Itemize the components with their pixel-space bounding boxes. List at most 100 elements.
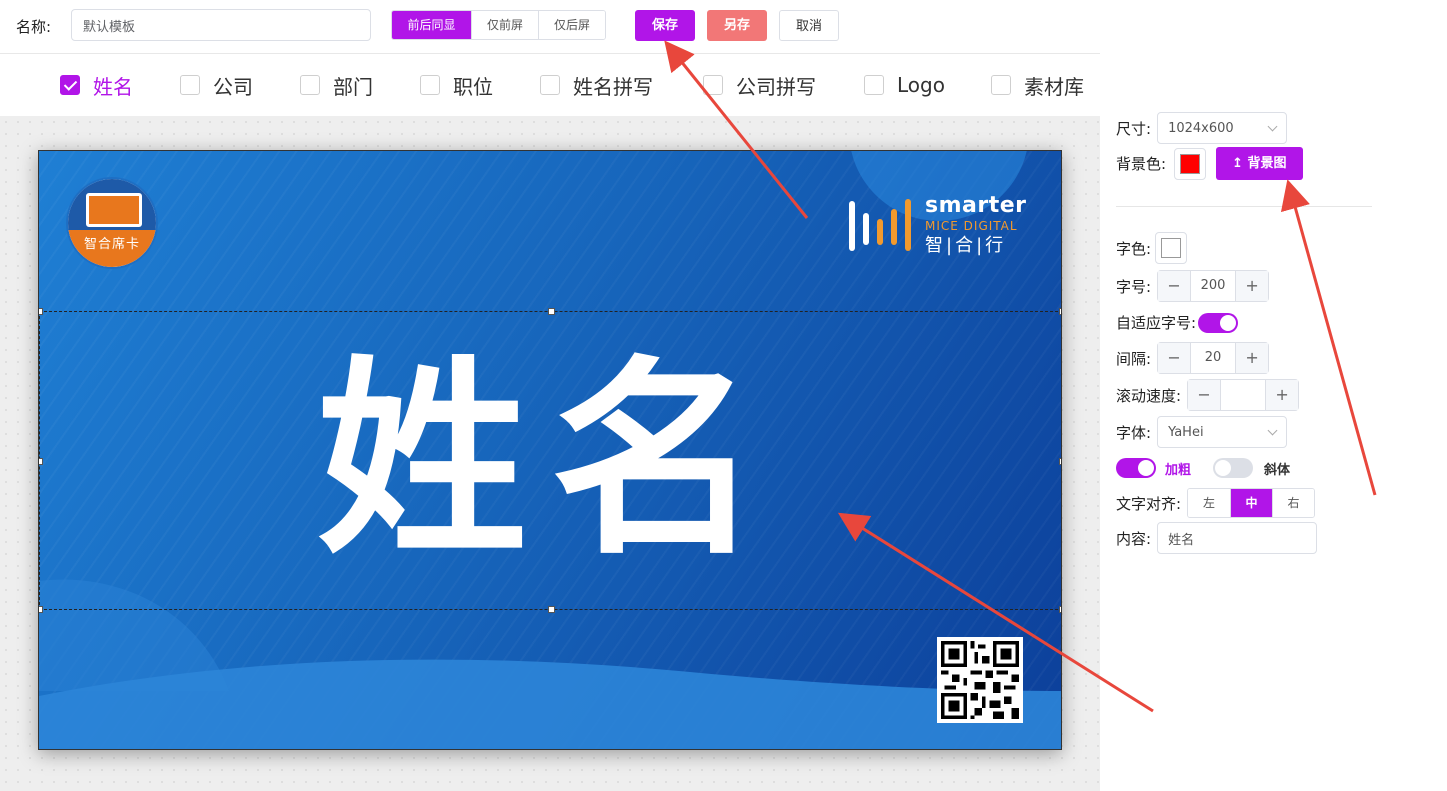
brand-bars-icon xyxy=(849,199,911,251)
scroll-speed-value[interactable] xyxy=(1220,380,1267,410)
font-color-swatch xyxy=(1161,238,1182,258)
field-checkbox-material[interactable]: 素材库 xyxy=(991,72,1084,99)
field-checkbox-name-spelling[interactable]: 姓名拼写 xyxy=(540,72,653,99)
selection-box xyxy=(39,308,1061,613)
panel-divider xyxy=(1116,206,1372,207)
auto-size-toggle[interactable] xyxy=(1198,312,1239,333)
resize-handle-se[interactable] xyxy=(1059,606,1061,613)
resize-handle-e[interactable] xyxy=(1059,458,1061,465)
checkbox-icon[interactable] xyxy=(180,75,200,95)
font-color-picker[interactable] xyxy=(1155,232,1188,264)
field-checkbox-label: 公司拼写 xyxy=(736,74,816,99)
field-checkbox-company-spelling[interactable]: 公司拼写 xyxy=(703,72,816,99)
save-as-button[interactable]: 另存 xyxy=(707,10,767,41)
size-select-value: 1024x600 xyxy=(1168,120,1234,136)
field-checkbox-label: 职位 xyxy=(453,74,493,99)
checkbox-icon[interactable] xyxy=(991,75,1011,95)
left-logo[interactable]: 智合席卡 xyxy=(66,177,158,269)
content-input[interactable] xyxy=(1157,522,1318,554)
field-checkbox-row: 姓名 公司 部门 职位 姓名拼写 公司拼写 Logo 素材库 xyxy=(0,55,1100,115)
align-center-option[interactable]: 中 xyxy=(1230,489,1273,517)
field-checkbox-label: 公司 xyxy=(213,74,253,99)
bg-image-label: 背景图 xyxy=(1247,156,1287,171)
field-checkbox-name[interactable]: 姓名 xyxy=(60,72,133,99)
spacing-value[interactable]: 20 xyxy=(1190,343,1237,373)
property-panel: 尺寸: 1024x600 背景色: ↥ 背景图 字色: 字号: − 200 + … xyxy=(1100,100,1447,791)
checkbox-icon[interactable] xyxy=(300,75,320,95)
scroll-speed-label: 滚动速度: xyxy=(1116,386,1182,405)
left-logo-text: 智合席卡 xyxy=(68,230,156,267)
font-family-row: 字体: YaHei xyxy=(1116,416,1288,448)
brand-name: smarter xyxy=(925,193,1027,218)
display-mode-both[interactable]: 前后同显 xyxy=(392,11,471,39)
qr-code[interactable] xyxy=(937,637,1023,723)
bg-image-upload-button[interactable]: ↥ 背景图 xyxy=(1216,147,1303,180)
italic-label: 斜体 xyxy=(1264,462,1291,478)
badge-card-preview[interactable]: 智合席卡 smarter MICE DIGITAL 智|合|行 姓名 xyxy=(38,150,1062,750)
auto-size-row: 自适应字号: xyxy=(1116,312,1239,333)
text-align-label: 文字对齐: xyxy=(1116,494,1182,513)
font-color-label: 字色: xyxy=(1116,239,1152,258)
text-align-segment: 左 中 右 xyxy=(1187,488,1316,518)
font-family-label: 字体: xyxy=(1116,423,1152,442)
checkbox-icon[interactable] xyxy=(540,75,560,95)
upload-icon: ↥ xyxy=(1232,156,1243,171)
brand-chinese: 智|合|行 xyxy=(925,235,1007,256)
top-toolbar: 名称: 前后同显 仅前屏 仅后屏 保存 另存 取消 xyxy=(0,0,1100,54)
field-checkbox-logo[interactable]: Logo xyxy=(864,72,945,98)
field-checkbox-label: 素材库 xyxy=(1024,74,1084,99)
content-label: 内容: xyxy=(1116,529,1152,548)
font-size-label: 字号: xyxy=(1116,277,1152,296)
resize-handle-sw[interactable] xyxy=(39,606,43,613)
minus-icon[interactable]: − xyxy=(1158,271,1191,301)
minus-icon[interactable]: − xyxy=(1188,380,1221,410)
bg-color-label: 背景色: xyxy=(1116,155,1167,173)
brand-logo[interactable]: smarter MICE DIGITAL 智|合|行 xyxy=(847,193,1026,257)
display-mode-front[interactable]: 仅前屏 xyxy=(471,11,538,39)
field-checkbox-position[interactable]: 职位 xyxy=(420,72,493,99)
plus-icon[interactable]: + xyxy=(1266,380,1299,410)
bold-label: 加粗 xyxy=(1165,462,1192,478)
font-size-value[interactable]: 200 xyxy=(1190,271,1237,301)
field-checkbox-company[interactable]: 公司 xyxy=(180,72,253,99)
font-family-select[interactable]: YaHei xyxy=(1157,416,1288,448)
resize-handle-s[interactable] xyxy=(548,606,555,613)
checkbox-icon[interactable] xyxy=(864,75,884,95)
resize-handle-n[interactable] xyxy=(548,308,555,315)
field-checkbox-label: 姓名拼写 xyxy=(573,74,653,99)
size-select[interactable]: 1024x600 xyxy=(1157,112,1288,144)
save-button[interactable]: 保存 xyxy=(635,10,695,41)
resize-handle-nw[interactable] xyxy=(39,308,43,315)
field-checkbox-label: 部门 xyxy=(333,74,373,99)
plus-icon[interactable]: + xyxy=(1236,343,1269,373)
cancel-button[interactable]: 取消 xyxy=(779,10,839,41)
align-right-option[interactable]: 右 xyxy=(1272,489,1315,517)
auto-size-label: 自适应字号: xyxy=(1116,314,1197,332)
checkbox-icon[interactable] xyxy=(703,75,723,95)
minus-icon[interactable]: − xyxy=(1158,343,1191,373)
bold-toggle[interactable] xyxy=(1116,458,1156,478)
bg-color-swatch xyxy=(1180,153,1201,174)
resize-handle-w[interactable] xyxy=(39,458,43,465)
resize-handle-ne[interactable] xyxy=(1059,308,1061,315)
text-align-row: 文字对齐: 左 中 右 xyxy=(1116,488,1316,518)
display-mode-segment: 前后同显 仅前屏 仅后屏 xyxy=(391,10,606,40)
template-editor: 名称: 前后同显 仅前屏 仅后屏 保存 另存 取消 姓名 公司 部门 职位 xyxy=(0,0,1447,791)
style-row: 加粗 斜体 xyxy=(1116,458,1290,478)
font-size-stepper: − 200 + xyxy=(1157,270,1270,302)
scroll-speed-stepper: − + xyxy=(1187,379,1300,411)
bg-color-picker[interactable] xyxy=(1174,147,1207,180)
scroll-speed-row: 滚动速度: − + xyxy=(1116,379,1300,411)
spacing-stepper: − 20 + xyxy=(1157,342,1270,374)
checkbox-checked-icon[interactable] xyxy=(60,75,80,95)
font-family-value: YaHei xyxy=(1168,424,1204,440)
field-checkbox-department[interactable]: 部门 xyxy=(300,72,373,99)
qr-code-icon xyxy=(941,641,1019,719)
template-name-input[interactable] xyxy=(71,9,371,41)
checkbox-icon[interactable] xyxy=(420,75,440,95)
size-label: 尺寸: xyxy=(1116,119,1152,138)
plus-icon[interactable]: + xyxy=(1236,271,1269,301)
display-mode-back[interactable]: 仅后屏 xyxy=(538,11,605,39)
align-left-option[interactable]: 左 xyxy=(1188,489,1231,517)
italic-toggle[interactable] xyxy=(1213,458,1254,478)
